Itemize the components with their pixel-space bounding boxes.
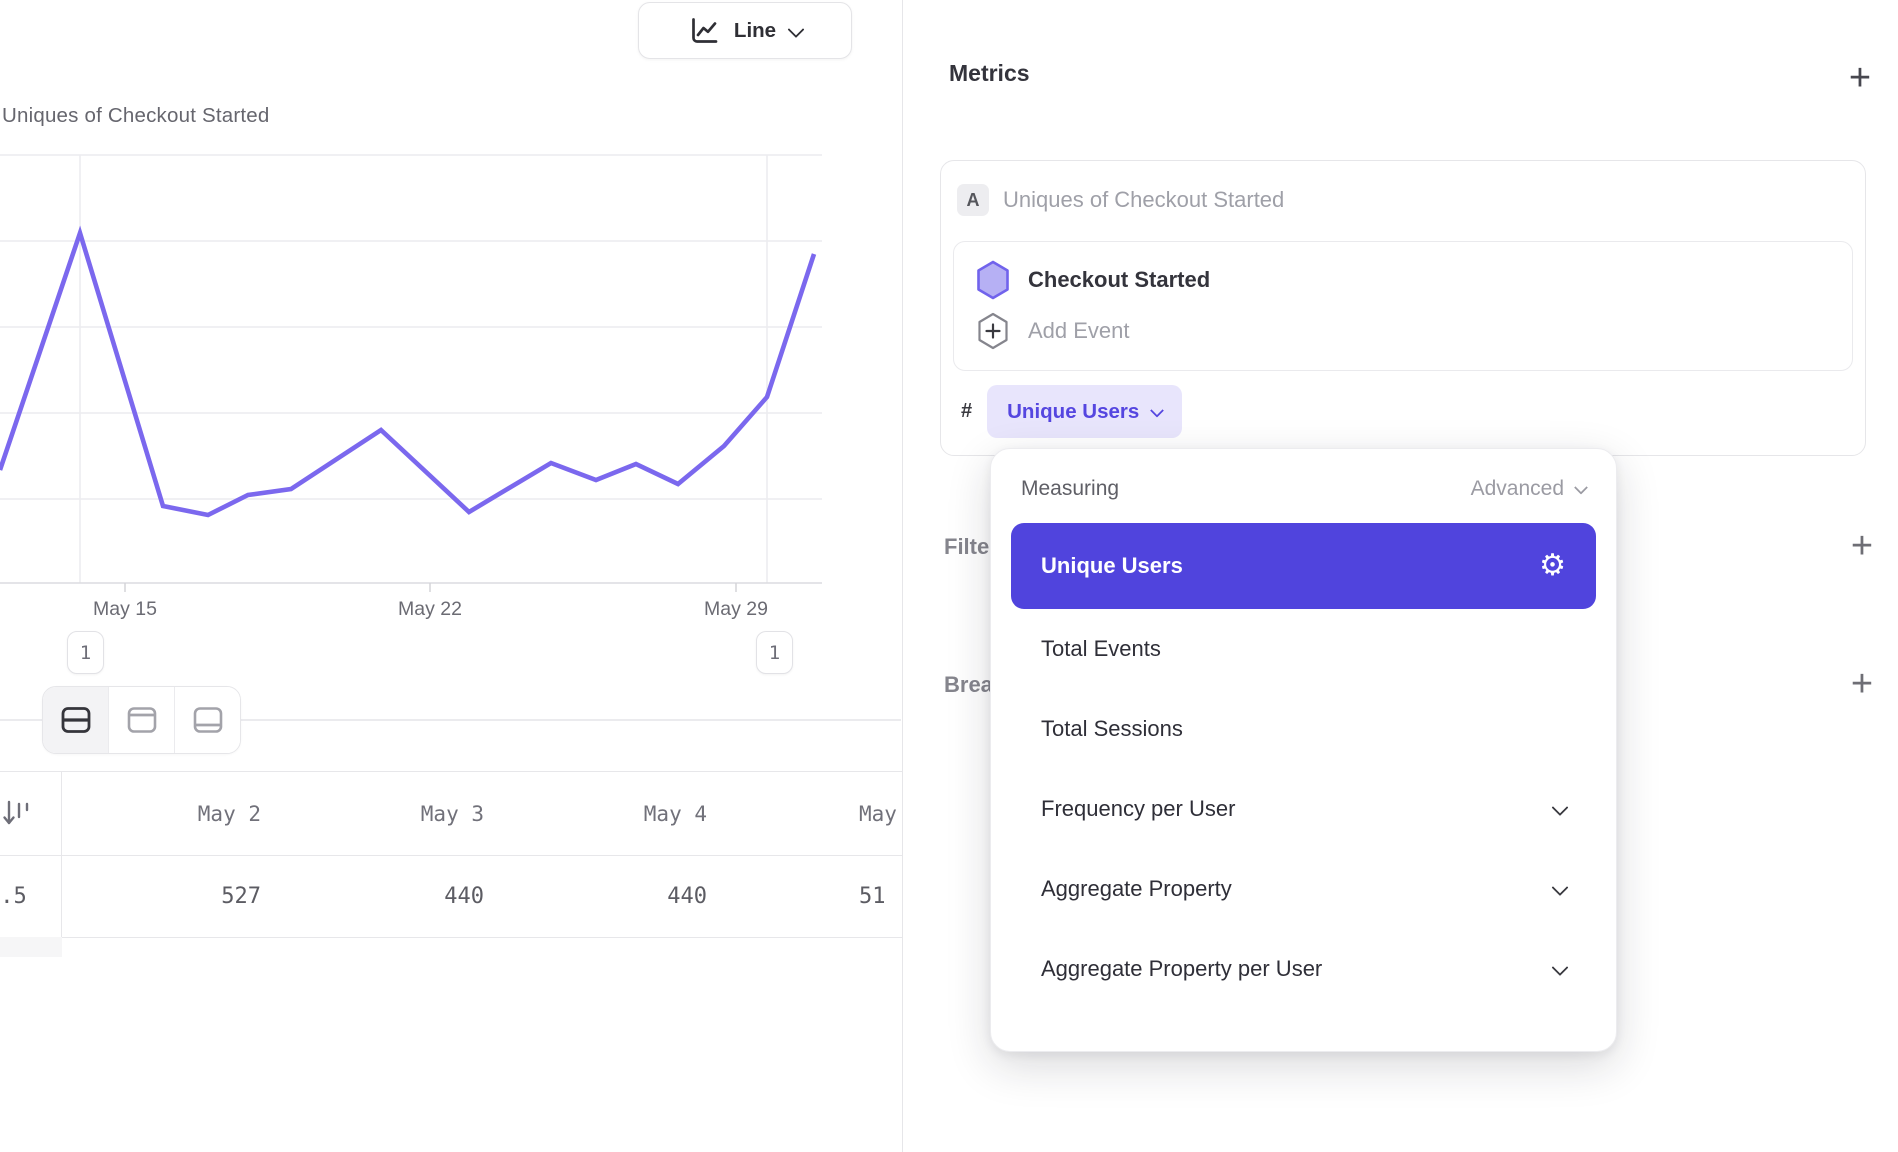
table-header-row: May 2May 3May 4May bbox=[0, 771, 903, 856]
menu-item-total-events[interactable]: Total Events bbox=[991, 609, 1616, 689]
chevron-down-icon bbox=[788, 21, 805, 38]
table-value-cell: 527 bbox=[62, 884, 285, 909]
results-table: May 2May 3May 4May 0.5 52744044051 bbox=[0, 771, 903, 938]
menu-item-label: Frequency per User bbox=[1041, 796, 1554, 822]
menu-item-label: Total Events bbox=[1041, 636, 1566, 662]
table-header-cell[interactable]: May 3 bbox=[285, 802, 508, 826]
measuring-popover-header: Measuring Advanced bbox=[991, 449, 1616, 517]
gear-icon[interactable]: ⚙ bbox=[1539, 551, 1566, 581]
chevron-down-icon bbox=[1552, 959, 1569, 976]
advanced-mode-toggle[interactable]: Advanced bbox=[1471, 477, 1586, 501]
panel-top-icon bbox=[125, 703, 159, 737]
menu-item-frequency-per-user[interactable]: Frequency per User bbox=[991, 769, 1616, 849]
measuring-popover: Measuring Advanced Unique Users⚙ Total Ev… bbox=[990, 448, 1617, 1052]
sort-button[interactable] bbox=[0, 772, 62, 855]
layout-panel-bottom-button[interactable] bbox=[175, 687, 240, 753]
sort-descending-icon bbox=[1, 798, 33, 830]
event-name: Checkout Started bbox=[1028, 267, 1210, 293]
table-value-cell: 51 bbox=[731, 884, 903, 909]
series-letter-badge: A bbox=[957, 184, 989, 216]
measure-row: # Unique Users bbox=[961, 385, 1182, 438]
chevron-down-icon bbox=[1150, 403, 1164, 417]
table-header-cell[interactable]: May 4 bbox=[508, 802, 731, 826]
menu-item-unique-users[interactable]: Unique Users⚙ bbox=[1011, 523, 1596, 609]
metric-card: A Uniques of Checkout Started Checkout S… bbox=[940, 160, 1866, 456]
measure-type-chip[interactable]: Unique Users bbox=[987, 385, 1182, 438]
table-corner-cell: 0.5 bbox=[0, 856, 62, 937]
measuring-menu: Unique Users⚙ Total Events Total Sessions F… bbox=[991, 523, 1616, 1009]
x-axis-label: May 15 bbox=[55, 598, 195, 621]
corner-value: 0.5 bbox=[0, 884, 27, 909]
add-breakdown-button[interactable]: + bbox=[1842, 664, 1882, 704]
add-event-label: Add Event bbox=[1028, 318, 1130, 344]
menu-item-label: Aggregate Property per User bbox=[1041, 956, 1554, 982]
measuring-label: Measuring bbox=[1021, 477, 1119, 501]
chevron-down-icon bbox=[1574, 481, 1588, 495]
menu-item-label: Total Sessions bbox=[1041, 716, 1566, 742]
annotation-badge[interactable]: 1 bbox=[67, 631, 104, 674]
layout-toggle bbox=[42, 686, 241, 754]
x-axis-label: May 22 bbox=[360, 598, 500, 621]
advanced-mode-label: Advanced bbox=[1471, 477, 1564, 501]
table-header-cell[interactable]: May 2 bbox=[62, 802, 285, 826]
chart-panel: Uniques of Checkout Started May 15 May 22… bbox=[0, 0, 903, 1152]
menu-item-total-sessions[interactable]: Total Sessions bbox=[991, 689, 1616, 769]
line-chart-icon bbox=[688, 15, 720, 47]
add-filter-button[interactable]: + bbox=[1842, 526, 1882, 566]
layout-panel-top-button[interactable] bbox=[109, 687, 175, 753]
measure-chip-label: Unique Users bbox=[1007, 400, 1139, 424]
metrics-heading: Metrics bbox=[949, 60, 1030, 87]
menu-item-aggregate-property[interactable]: Aggregate Property bbox=[991, 849, 1616, 929]
event-hexagon-icon bbox=[976, 260, 1010, 300]
event-card: Checkout Started Add Event bbox=[953, 241, 1853, 371]
chevron-down-icon bbox=[1552, 879, 1569, 896]
table-header-cell[interactable]: May bbox=[731, 802, 903, 826]
count-symbol: # bbox=[961, 400, 972, 423]
series-title: Uniques of Checkout Started bbox=[1003, 187, 1284, 213]
add-event-hexagon-icon bbox=[976, 311, 1010, 351]
chart-type-button[interactable]: Line bbox=[638, 2, 852, 59]
panel-bottom-icon bbox=[191, 703, 225, 737]
annotation-badge[interactable]: 1 bbox=[756, 631, 793, 674]
menu-item-label: Aggregate Property bbox=[1041, 876, 1554, 902]
x-axis-label: May 29 bbox=[666, 598, 806, 621]
chevron-down-icon bbox=[1552, 799, 1569, 816]
menu-item-aggregate-property-per-user[interactable]: Aggregate Property per User bbox=[991, 929, 1616, 1009]
menu-item-label: Unique Users bbox=[1041, 553, 1539, 579]
event-row[interactable]: Checkout Started bbox=[976, 255, 1832, 305]
add-metric-button[interactable]: + bbox=[1840, 58, 1880, 98]
split-horizontal-icon bbox=[59, 703, 93, 737]
table-value-cell: 440 bbox=[508, 884, 731, 909]
table-value-cell: 440 bbox=[285, 884, 508, 909]
next-row-stub bbox=[0, 937, 62, 957]
add-event-button[interactable]: Add Event bbox=[976, 306, 1832, 356]
layout-split-horizontal-button[interactable] bbox=[43, 687, 109, 753]
chart-type-label: Line bbox=[734, 19, 776, 43]
chart-title: Uniques of Checkout Started bbox=[2, 104, 270, 128]
table-value-row: 0.5 52744044051 bbox=[0, 856, 903, 938]
